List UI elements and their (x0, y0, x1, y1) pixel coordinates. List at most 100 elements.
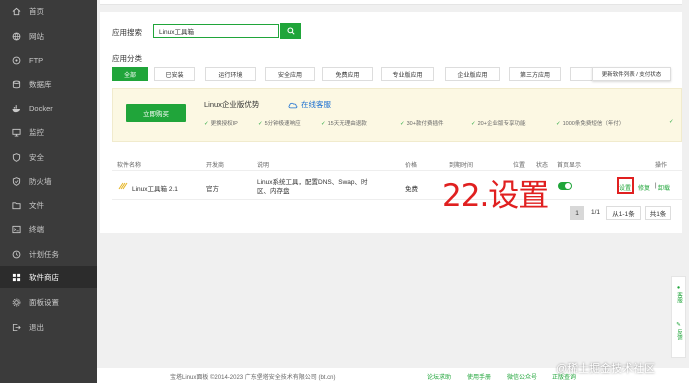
sidebar-item-label: 防火墙 (29, 176, 52, 186)
search-input-value: Linux工具箱 (159, 29, 195, 36)
sidebar-item-label: FTP (29, 55, 44, 65)
category-enterprise[interactable]: 企业版应用 (445, 67, 500, 81)
page-total: 共1条 (645, 206, 671, 220)
promo-feature: ✓ 15天无理由退款 (321, 121, 367, 127)
docker-icon (12, 104, 21, 113)
uninstall-link[interactable]: 卸载 (658, 183, 670, 192)
category-runtime[interactable]: 运行环境 (205, 67, 256, 81)
sidebar-item-firewall[interactable]: 防火墙 (0, 170, 97, 192)
search-label: 应用搜索 (112, 28, 142, 37)
col-price: 价格 (405, 163, 418, 169)
toolbox-icon (118, 182, 128, 190)
sidebar: 首页 网站 FTP 数据库 Docker 监控 安全 防火墙 文件 终端 计划任… (0, 0, 97, 383)
category-third-party[interactable]: 第三方应用 (509, 67, 561, 81)
sidebar-item-label: 网站 (29, 31, 44, 41)
copyright: 宝塔Linux面板 ©2014-2023 广东堡塔安全技术有限公司 (bt.cn… (170, 375, 336, 381)
sidebar-item-website[interactable]: 网站 (0, 25, 97, 47)
step-annotation: 22.设置 (442, 178, 549, 214)
gear-icon (12, 298, 21, 307)
app-developer: 官方 (206, 186, 219, 193)
repair-link[interactable]: 修复 (638, 183, 650, 192)
search-icon (286, 27, 295, 35)
promo-feature: ✓ 1000条免费短信（年付） (556, 121, 625, 127)
sidebar-item-terminal[interactable]: 终端 (0, 218, 97, 240)
terminal-icon (12, 225, 21, 234)
service-button[interactable]: ● 客服 (672, 285, 685, 303)
footer-link-forum[interactable]: 论坛求助 (427, 372, 451, 381)
cloud-icon (288, 102, 298, 108)
online-service-link[interactable]: 在线客服 (288, 99, 331, 110)
promo-feature: ✓ 更换授权IP (204, 121, 238, 127)
page-range: 从1-1条 (606, 206, 641, 220)
globe-icon (12, 32, 21, 41)
sidebar-item-database[interactable]: 数据库 (0, 73, 97, 95)
category-pro[interactable]: 专业版应用 (381, 67, 434, 81)
promo-feature: ✓ 20+企业版专享功能 (471, 121, 526, 127)
page-count: 1/1 (591, 209, 601, 216)
sidebar-item-settings[interactable]: 面板设置 (0, 291, 97, 313)
feedback-button[interactable]: ✎ 反馈 (672, 322, 685, 340)
page-current[interactable]: 1 (570, 206, 584, 220)
col-status: 状态 (536, 163, 549, 169)
sidebar-item-label: 监控 (29, 127, 44, 137)
buy-now-button[interactable]: 立即购买 (126, 104, 186, 122)
category-installed[interactable]: 已安装 (154, 67, 195, 81)
sidebar-item-label: 终端 (29, 224, 44, 234)
sidebar-item-label: 首页 (29, 6, 44, 16)
firewall-icon (12, 176, 21, 186)
enterprise-promo: 立即购买 Linux企业版优势 在线客服 ✓ 更换授权IP ✓ 5分钟极速响应 ✓ 1… (112, 88, 682, 142)
sidebar-item-label: 退出 (29, 322, 44, 332)
footer-link-wechat[interactable]: 微信公众号 (507, 372, 537, 381)
promo-feature: ✓ (669, 119, 674, 125)
feedback-label: 反馈 (676, 329, 682, 340)
category-security[interactable]: 安全应用 (265, 67, 315, 81)
category-free[interactable]: 免费应用 (322, 67, 373, 81)
clock-icon (12, 250, 21, 259)
home-display-toggle[interactable] (558, 182, 572, 190)
ftp-icon (12, 56, 21, 65)
table-row: Linux工具箱 2.1 官方 Linux系统工具，配置DNS、Swap、时区、… (112, 173, 682, 214)
sidebar-item-security[interactable]: 安全 (0, 146, 97, 168)
promo-feature: ✓ 30+款付费插件 (400, 121, 444, 127)
folder-icon (12, 201, 21, 210)
app-store-panel: 应用搜索 Linux工具箱 应用分类 全部 已安装 运行环境 安全应用 免费应用… (100, 12, 682, 233)
sidebar-item-ftp[interactable]: FTP (0, 49, 97, 71)
sidebar-item-store[interactable]: 软件商店 (0, 266, 97, 288)
database-icon (12, 80, 21, 89)
sidebar-item-docker[interactable]: Docker (0, 97, 97, 119)
app-price: 免费 (405, 186, 418, 193)
sidebar-item-files[interactable]: 文件 (0, 194, 97, 216)
top-strip (100, 0, 682, 5)
col-position: 位置 (513, 163, 526, 169)
sidebar-item-cron[interactable]: 计划任务 (0, 243, 97, 265)
table-header: 软件名称 开发商 说明 价格 到期时间 位置 状态 首页显示 操作 (112, 157, 682, 171)
promo-feature: ✓ 5分钟极速响应 (258, 121, 301, 127)
online-service-label: 在线客服 (301, 100, 331, 109)
shield-icon (12, 152, 21, 162)
update-list-tooltip[interactable]: 更新软件列表 / 支付状态 (592, 67, 671, 81)
col-name: 软件名称 (117, 163, 142, 169)
sidebar-item-home[interactable]: 首页 (0, 0, 97, 22)
col-home: 首页显示 (557, 163, 582, 169)
sidebar-item-label: 安全 (29, 152, 44, 162)
logout-icon (12, 323, 21, 332)
search-button[interactable] (280, 23, 301, 39)
category-more[interactable] (570, 67, 594, 81)
category-label: 应用分类 (112, 54, 142, 63)
sidebar-item-label: 软件商店 (29, 272, 59, 282)
sidebar-item-logout[interactable]: 退出 (0, 316, 97, 338)
sidebar-item-label: 文件 (29, 200, 44, 210)
col-operation: 操作 (655, 163, 668, 169)
floating-service-panel: ● 客服 ✎ 反馈 (671, 276, 686, 358)
sidebar-item-label: 计划任务 (29, 249, 59, 259)
col-dev: 开发商 (206, 163, 225, 169)
home-icon (12, 7, 21, 16)
category-all[interactable]: 全部 (112, 67, 148, 81)
search-input[interactable]: Linux工具箱 (153, 24, 279, 38)
highlight-box (617, 177, 634, 194)
sidebar-item-label: 数据库 (29, 79, 52, 89)
app-name: Linux工具箱 2.1 (132, 186, 178, 193)
footer-link-manual[interactable]: 使用手册 (467, 372, 491, 381)
sidebar-item-monitor[interactable]: 监控 (0, 121, 97, 143)
watermark: @稀土掘金技术社区 (556, 363, 656, 375)
